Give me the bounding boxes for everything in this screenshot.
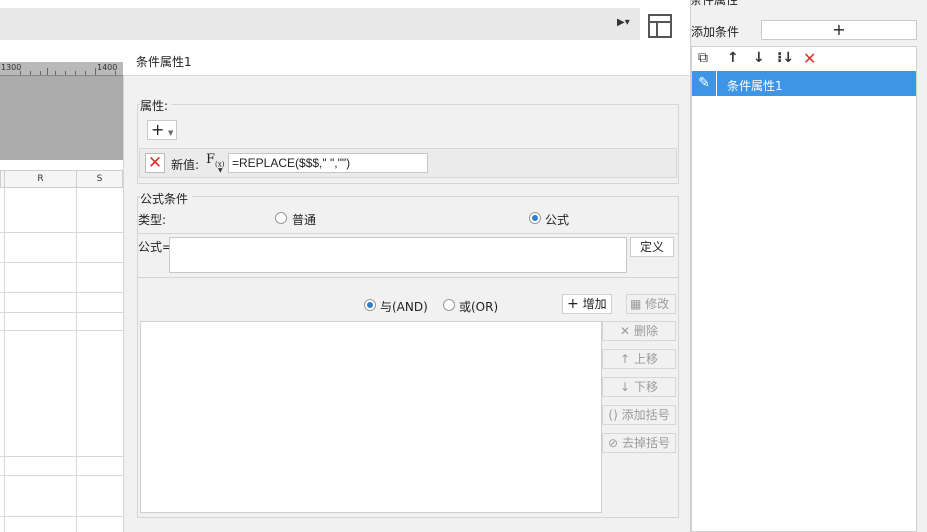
type-formula-label[interactable]: 公式 (545, 211, 569, 228)
logic-and-label[interactable]: 与(AND) (380, 298, 428, 315)
edit-icon: ▦ (630, 297, 642, 311)
column-header-s[interactable]: S (76, 170, 123, 188)
move-up-button[interactable]: ↑ 上移 (602, 349, 676, 369)
close-icon: ✕ (620, 324, 631, 338)
type-normal-radio[interactable] (275, 212, 287, 224)
define-button[interactable]: 定义 (630, 237, 674, 257)
add-condition-label: 增加 (582, 297, 607, 311)
arrow-up-icon[interactable]: ↑ (727, 50, 739, 66)
format-painter-icon[interactable]: ▶▾ (617, 17, 630, 28)
delete-label: 删除 (633, 324, 658, 338)
move-bottom-icon[interactable]: ⁝↓ (777, 50, 794, 66)
formula-label: 公式= (138, 240, 173, 254)
new-value-formula-input[interactable]: =REPLACE($$$," ","") (228, 153, 428, 173)
arrow-down-icon: ↓ (620, 380, 631, 394)
horizontal-ruler: 1300 1400 (0, 62, 123, 76)
remove-bracket-label: 去掉括号 (621, 436, 670, 450)
type-normal-label[interactable]: 普通 (292, 211, 316, 228)
move-down-button[interactable]: ↓ 下移 (602, 377, 676, 397)
add-property-button[interactable]: + ▼ (147, 120, 177, 140)
plus-icon: + (151, 120, 165, 139)
pencil-icon[interactable]: ✎ (692, 71, 717, 96)
remove-bracket-icon: ⊘ (608, 436, 619, 450)
move-up-label: 上移 (633, 352, 658, 366)
move-down-label: 下移 (633, 380, 658, 394)
modify-condition-button[interactable]: ▦ 修改 (626, 294, 676, 314)
arrow-up-icon: ↑ (620, 352, 631, 366)
condition-panel-header: 条件属性 (690, 0, 927, 8)
formula-condition-label: 公式条件 (140, 190, 193, 207)
formula-textarea[interactable] (169, 237, 627, 273)
layout-toggle-icon[interactable] (648, 14, 672, 38)
sheet-grid[interactable] (0, 170, 123, 532)
plus-icon: + (567, 296, 579, 312)
bracket-icon: () (608, 408, 618, 422)
copy-icon[interactable]: ⧉ (698, 50, 708, 66)
dialog-title: 条件属性1 (123, 46, 690, 76)
add-condition-label: 添加条件 (691, 25, 740, 39)
add-bracket-label: 添加括号 (621, 408, 670, 422)
new-value-label: 新值: (171, 158, 200, 172)
arrow-down-icon[interactable]: ↓ (753, 50, 765, 66)
condition-item-selected[interactable] (692, 71, 916, 96)
chevron-down-icon[interactable]: ▼ (218, 167, 223, 174)
delete-icon[interactable]: ✕ (803, 49, 816, 68)
logic-and-radio[interactable] (364, 299, 376, 311)
modify-label: 修改 (645, 297, 670, 311)
column-header-r[interactable]: R (4, 170, 77, 188)
chevron-down-icon: ▼ (168, 129, 174, 137)
add-bracket-button[interactable]: () 添加括号 (602, 405, 676, 425)
delete-condition-button[interactable]: ✕ 删除 (602, 321, 676, 341)
remove-bracket-button[interactable]: ⊘ 去掉括号 (602, 433, 676, 453)
logic-or-radio[interactable] (443, 299, 455, 311)
type-label: 类型: (138, 213, 167, 227)
sheet-canvas (0, 76, 123, 160)
remove-property-button[interactable]: ✕ (145, 153, 165, 173)
condition-list[interactable] (140, 321, 602, 513)
logic-or-label[interactable]: 或(OR) (459, 298, 498, 315)
panel-title: 条件属性 (690, 0, 739, 7)
add-condition-plus-button[interactable]: + (761, 20, 917, 40)
condition-list-panel[interactable] (691, 46, 917, 532)
close-icon: ✕ (147, 153, 163, 173)
type-formula-radio[interactable] (529, 212, 541, 224)
properties-label: 属性: (140, 97, 173, 114)
add-condition-button[interactable]: + 增加 (562, 294, 612, 314)
top-toolbar (0, 0, 640, 40)
condition-item-label: 条件属性1 (727, 79, 783, 93)
ruler-label: 1300 (1, 63, 22, 72)
